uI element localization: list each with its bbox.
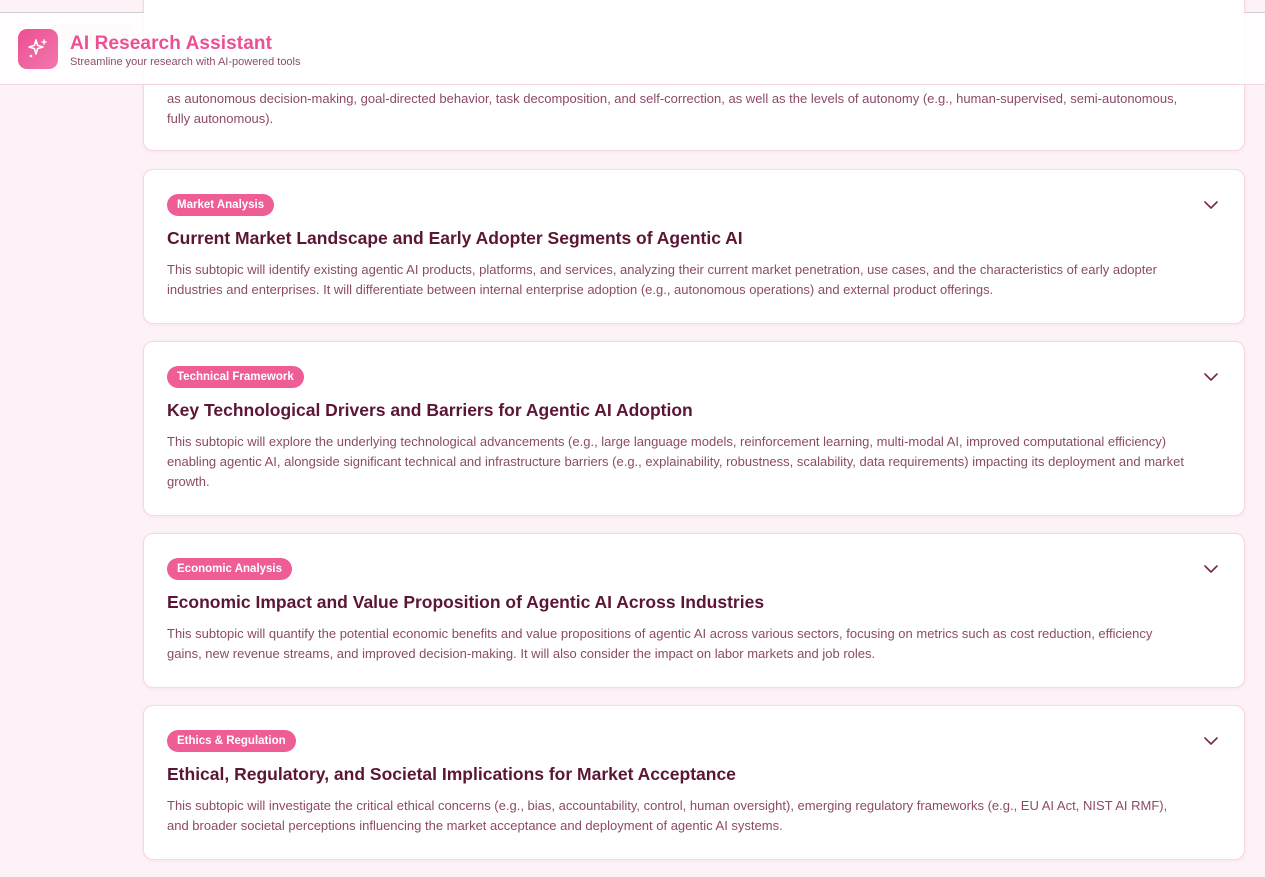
subtopic-description: This subtopic will explore the underlyin… — [167, 434, 1184, 489]
subtopic-title: Key Technological Drivers and Barriers f… — [167, 400, 693, 420]
chevron-down-icon[interactable] — [1202, 368, 1220, 386]
category-badge: Economic Analysis — [167, 558, 293, 580]
subtopic-card[interactable]: Market Analysis Current Market Landscape… — [143, 169, 1245, 324]
category-badge: Ethics & Regulation — [167, 730, 296, 752]
category-badge: Market Analysis — [167, 194, 275, 216]
chevron-down-icon[interactable] — [1202, 196, 1220, 214]
app-title: AI Research Assistant — [70, 33, 273, 54]
app-header: AI Research Assistant Streamline your re… — [0, 13, 1265, 85]
app-subtitle: Streamline your research with AI-powered… — [70, 56, 301, 68]
sparkles-icon — [18, 29, 58, 69]
subtopic-card[interactable]: Ethics & Regulation Ethical, Regulatory,… — [143, 705, 1245, 860]
subtopic-description: This subtopic will investigate the criti… — [167, 798, 1168, 833]
category-badge: Technical Framework — [167, 366, 304, 388]
subtopic-description: This subtopic will identify existing age… — [167, 262, 1157, 297]
subtopic-description: This subtopic will quantify the potentia… — [167, 626, 1153, 661]
subtopic-card[interactable]: Economic Analysis Economic Impact and Va… — [143, 533, 1245, 688]
subtopic-title: Current Market Landscape and Early Adopt… — [167, 228, 743, 248]
subtopic-title: Ethical, Regulatory, and Societal Implic… — [167, 764, 736, 784]
subtopic-card[interactable]: Technical Framework Key Technological Dr… — [143, 341, 1245, 516]
chevron-down-icon[interactable] — [1202, 560, 1220, 578]
subtopic-description: as autonomous decision-making, goal-dire… — [167, 91, 1178, 126]
subtopic-title: Economic Impact and Value Proposition of… — [167, 592, 765, 612]
chevron-down-icon[interactable] — [1202, 732, 1220, 750]
